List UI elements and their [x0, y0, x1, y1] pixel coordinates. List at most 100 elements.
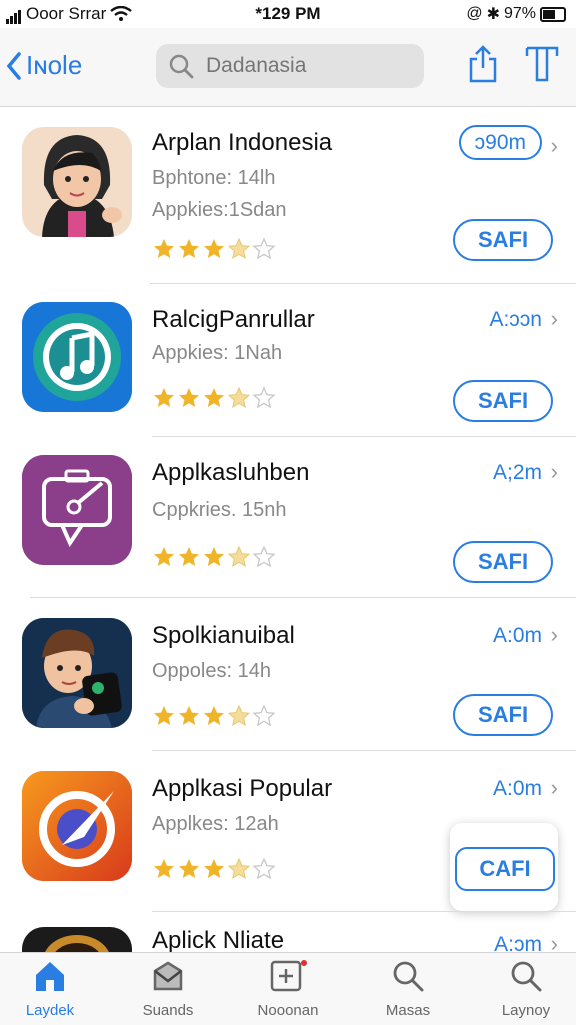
get-button[interactable]: CAFI: [455, 847, 555, 891]
star-icon: [179, 547, 199, 566]
home-icon: [36, 962, 64, 991]
star-icon: [154, 388, 174, 407]
search-bar[interactable]: [156, 44, 424, 88]
search-input[interactable]: [204, 53, 408, 79]
app-category: Appkies:1Sdan: [152, 199, 287, 221]
star-icon: [227, 386, 251, 409]
status-bar: Ooor Srrar *129 PM @ ✱ 97%: [0, 0, 576, 28]
row-divider: [152, 911, 576, 912]
status-right: @ ✱ 97%: [466, 4, 566, 24]
battery-icon: [540, 6, 566, 22]
star-icon: [179, 239, 199, 258]
star-icon: [154, 239, 174, 258]
app-title: Spolkianuibal: [152, 622, 295, 649]
star-icon: [204, 547, 224, 566]
star-icon: [204, 239, 224, 258]
app-row[interactable]: Applkasi Popular Applkes: 12ah A:0m › CA…: [0, 751, 576, 912]
tab-label: Laynoy: [501, 1002, 551, 1019]
star-icon: [252, 857, 276, 880]
app-row[interactable]: Spolkianuibal Oppoles: 14h A:0m › SAFI: [0, 598, 576, 751]
app-subtitle: Cppkries. 15nh: [152, 499, 287, 521]
tab-label: Masas: [385, 1002, 431, 1019]
tab-label: Nooonan: [257, 1002, 319, 1019]
back-button[interactable]: Iɴole: [6, 50, 82, 81]
bluetooth-icon: ✱: [486, 6, 500, 23]
tab-today[interactable]: Laydek: [0, 959, 100, 1019]
app-subtitle: Bphtone: 14lh: [152, 167, 276, 189]
app-row[interactable]: RalcigPanrullar Appkies: 1Nah A:ɔɔn › SA…: [0, 284, 576, 437]
tab-nooonan[interactable]: Nooonan: [238, 959, 338, 1019]
app-title: RalcigPanrullar: [152, 306, 315, 333]
rating-stars: [152, 386, 276, 410]
rating-stars: [152, 857, 276, 881]
chevron-right-icon: ›: [550, 775, 558, 800]
app-icon-compass: [22, 771, 132, 881]
rating-stars: [152, 704, 276, 728]
app-row[interactable]: Aplick Nliate A:ɔm ›: [0, 917, 576, 957]
star-icon: [252, 704, 276, 727]
search-icon: [393, 961, 424, 992]
star-icon: [227, 237, 251, 260]
app-icon-boy-phone: [22, 618, 132, 728]
navigation-bar: Iɴole: [0, 28, 576, 107]
star-icon: [154, 706, 174, 725]
app-title: Applkasluhben: [152, 459, 310, 486]
star-icon: [204, 388, 224, 407]
app-row[interactable]: Arplan Indonesia Bphtone: 14lh Appkies:1…: [0, 107, 576, 284]
app-icon-avatar-hoodie: [22, 127, 132, 237]
star-icon: [252, 386, 276, 409]
tab-bar: Laydek Suands Nooonan Masas Laynoy: [0, 952, 576, 1025]
app-subtitle: Appkies: 1Nah: [152, 342, 283, 364]
app-size[interactable]: A:0m: [493, 777, 542, 801]
tab-masas[interactable]: Masas: [358, 959, 458, 1019]
star-icon: [204, 859, 224, 878]
star-icon: [252, 237, 276, 260]
star-icon: [252, 545, 276, 568]
star-icon: [227, 857, 251, 880]
star-icon: [204, 706, 224, 725]
tab-label: Suands: [142, 1002, 194, 1019]
battery-percent: 97%: [503, 5, 536, 22]
app-title: Aplick Nliate: [152, 927, 285, 954]
get-button[interactable]: SAFI: [453, 219, 553, 261]
rating-stars: [152, 545, 276, 569]
app-row[interactable]: Applkasluhben Cppkries. 15nh A;2m › SAFI: [0, 437, 576, 598]
search-icon: [169, 54, 194, 79]
app-size[interactable]: ɔ90m: [458, 125, 542, 160]
star-icon: [179, 859, 199, 878]
search-icon: [511, 961, 542, 992]
star-icon: [154, 547, 174, 566]
star-icon: [227, 704, 251, 727]
app-size[interactable]: A:ɔɔn: [489, 308, 542, 332]
tab-label: Laydek: [25, 1002, 75, 1019]
star-icon: [179, 706, 199, 725]
inbox-icon: [153, 961, 183, 991]
star-icon: [227, 545, 251, 568]
app-title: Arplan Indonesia: [152, 129, 333, 156]
app-title: Applkasi Popular: [152, 775, 333, 802]
star-icon: [154, 859, 174, 878]
rating-stars: [152, 237, 276, 261]
app-size-label: ɔ90m: [458, 125, 542, 160]
get-button[interactable]: SAFI: [453, 380, 553, 422]
share-icon[interactable]: [468, 44, 498, 84]
chevron-right-icon: ›: [550, 622, 558, 647]
app-size[interactable]: A:0m: [493, 624, 542, 648]
app-size[interactable]: A;2m: [493, 461, 542, 485]
app-icon-music-note: [22, 302, 132, 412]
app-icon-chat-bubble: [22, 455, 132, 565]
tab-laynoy[interactable]: Laynoy: [476, 959, 576, 1019]
add-icon: [270, 960, 307, 992]
app-subtitle: Oppoles: 14h: [152, 660, 271, 682]
tab-suands[interactable]: Suands: [118, 959, 218, 1019]
lock-rotation-icon: @: [466, 5, 483, 22]
back-label: Iɴole: [26, 50, 83, 80]
app-subtitle: Applkes: 12ah: [152, 813, 279, 835]
chevron-left-icon: [6, 51, 21, 80]
chevron-right-icon: ›: [550, 306, 558, 331]
get-button[interactable]: SAFI: [453, 694, 553, 736]
chevron-right-icon: ›: [550, 133, 558, 158]
star-icon: [179, 388, 199, 407]
get-button[interactable]: SAFI: [453, 541, 553, 583]
text-format-icon[interactable]: [524, 44, 560, 84]
